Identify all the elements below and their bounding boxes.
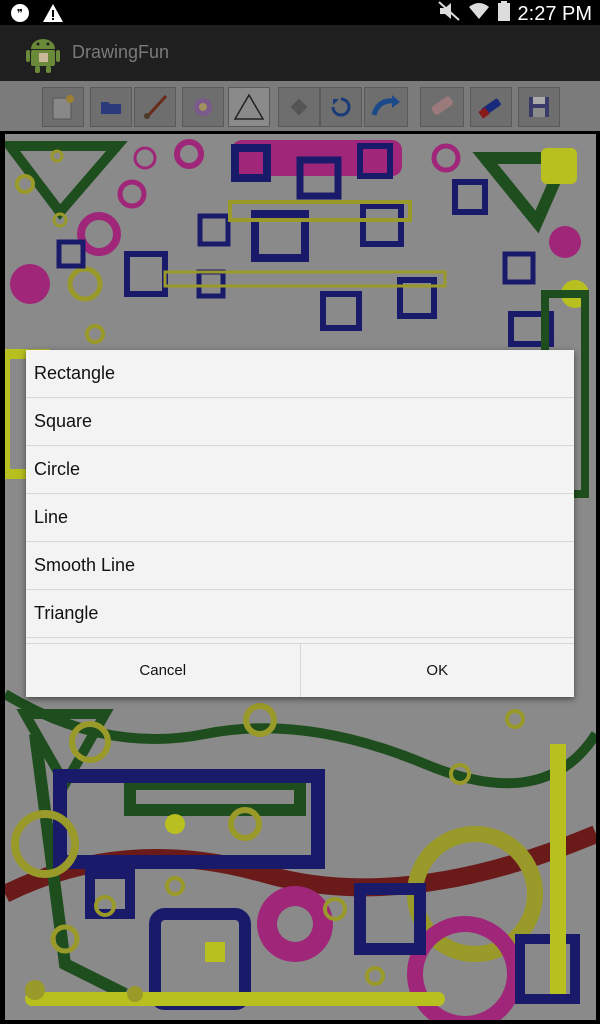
fill-icon[interactable] <box>278 87 320 127</box>
undo-icon[interactable] <box>320 87 362 127</box>
option-circle[interactable]: Circle <box>26 446 574 494</box>
color-palette-icon[interactable] <box>182 87 224 127</box>
option-line[interactable]: Line <box>26 494 574 542</box>
save-icon[interactable] <box>518 87 560 127</box>
eraser-icon[interactable] <box>420 87 464 127</box>
shape-triangle-icon[interactable] <box>228 87 270 127</box>
option-square[interactable]: Square <box>26 398 574 446</box>
android-icon <box>25 33 61 73</box>
app-title: DrawingFun <box>72 42 170 62</box>
svg-text:❞: ❞ <box>17 7 23 20</box>
brush-icon[interactable] <box>134 87 176 127</box>
ok-button[interactable]: OK <box>299 644 575 697</box>
status-time: 2:27 PM <box>517 2 592 25</box>
redo-icon[interactable] <box>364 87 408 127</box>
mute-icon <box>437 1 460 27</box>
option-smooth-line[interactable]: Smooth Line <box>26 542 574 590</box>
clear-icon[interactable] <box>470 87 512 127</box>
dialog-button-bar: Cancel OK <box>26 643 574 697</box>
action-bar: DrawingFun <box>0 25 600 81</box>
new-canvas-icon[interactable] <box>42 87 84 127</box>
toolbar <box>0 81 600 131</box>
status-bar: ❞ 2:27 PM <box>0 0 600 25</box>
open-file-icon[interactable] <box>90 87 132 127</box>
option-triangle[interactable]: Triangle <box>26 590 574 638</box>
battery-icon <box>497 1 510 27</box>
cancel-button[interactable]: Cancel <box>26 644 300 697</box>
shape-picker-dialog: Rectangle Square Circle Line Smooth Line… <box>26 350 574 697</box>
wifi-icon <box>468 1 490 27</box>
option-rectangle[interactable]: Rectangle <box>26 350 574 398</box>
